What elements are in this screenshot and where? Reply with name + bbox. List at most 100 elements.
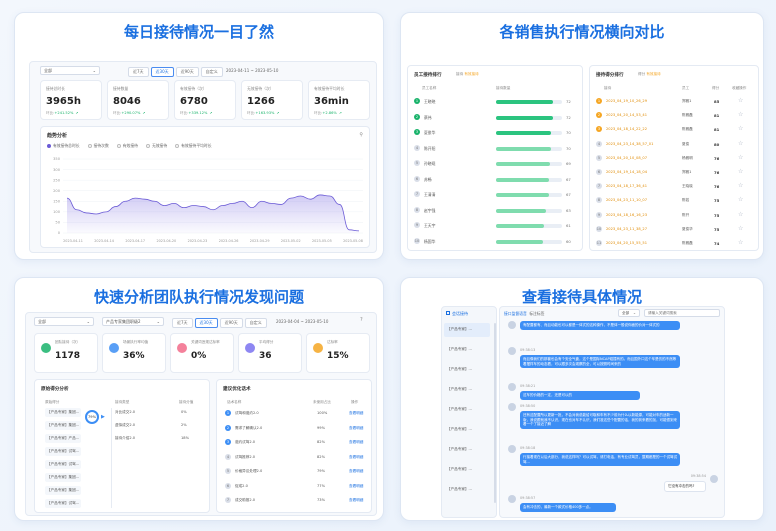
staff-row[interactable]: 7 王清清 67	[408, 189, 584, 201]
score-row[interactable]: 6 2023_04_19_14_18_04 郑雅1 76 ☆	[590, 167, 760, 179]
score-time[interactable]: 2023_04_18_16_16_23	[606, 213, 647, 217]
message-bubble[interactable]: 而且像我们的那套也会有个安全气囊，这个是国际NCAP碰撞有的。而且国外口这个车是…	[520, 355, 680, 369]
message-bubble[interactable]: 这车的价格的一定，还是可以的	[520, 391, 640, 400]
pin-icon[interactable]: ⚲	[359, 132, 363, 138]
score-row[interactable]: 10 2023_04_23_11_38_27 夏俊华 75 ☆	[590, 224, 760, 236]
team-tab-90d[interactable]: 近90天	[219, 318, 243, 328]
star-icon[interactable]: ☆	[738, 140, 743, 147]
session-item[interactable]: 【产品专家】...	[444, 483, 490, 497]
view-detail-link[interactable]: 查看明细	[349, 484, 363, 489]
team-filter-select[interactable]: 全部 ⌄	[34, 317, 94, 326]
tag-score[interactable]: 得分	[638, 72, 645, 76]
message-bubble[interactable]: 会有冲击的，最新一个款式价格400多一点。	[520, 503, 616, 512]
star-icon[interactable]: ☆	[738, 225, 743, 232]
tab-custom[interactable]: 自定义	[200, 67, 223, 77]
score-time[interactable]: 2023_04_23_11_10_07	[606, 198, 647, 202]
team-tab-30d[interactable]: 近30天	[194, 318, 218, 328]
star-icon[interactable]: ☆	[738, 168, 743, 175]
message-bubble[interactable]: 还有这配置所以更新一批，不会对我说能给可取和车有不少前为什么以新能源，可能对车的…	[520, 411, 680, 429]
score-row[interactable]: 4 2023_04_23_14_38_57_01 夏俊 80 ☆	[590, 139, 760, 151]
score-row-name[interactable]: 【产品专家】集团...	[45, 408, 82, 417]
staff-row[interactable]: 3 夏俊华 70	[408, 127, 584, 139]
tab-voice[interactable]: 接口监督语音	[504, 311, 527, 316]
score-row-name[interactable]: 【产品专家】试驾...	[45, 460, 82, 469]
view-detail-link[interactable]: 查看明细	[349, 440, 363, 445]
staff-row[interactable]: 5 孙晓曦 69	[408, 158, 584, 170]
score-rank-tag[interactable]: 得分 有效接待	[638, 72, 661, 77]
tag-valid[interactable]: 有效接待	[464, 72, 478, 76]
score-row-name[interactable]: 【产品专家】集团...	[45, 421, 82, 430]
staff-row[interactable]: 2 蔡伟 72	[408, 112, 584, 124]
star-icon[interactable]: ☆	[738, 239, 743, 246]
message-bubble[interactable]: 有配置都有、而且动能也可以都是一体式的这种操作，不是体一般说你面的价对一体式的	[520, 321, 680, 330]
staff-rank-tag[interactable]: 接待 有效接待	[456, 72, 479, 77]
chat-filter-select[interactable]: 全部 ⌄	[618, 309, 640, 317]
message-bubble[interactable]: 行接着现在以后大部分，我说这样吗？可以试驾，请打电话，有专业试驾员，整期都是的一…	[520, 453, 680, 467]
score-row[interactable]: 8 2023_04_23_11_10_07 陈若 75 ☆	[590, 195, 760, 207]
score-time[interactable]: 2023_04_18_14_22_22	[606, 127, 647, 131]
tab-tags[interactable]: 标注标签	[529, 311, 544, 316]
session-item[interactable]: 【产品专家】...	[444, 343, 490, 357]
staff-row[interactable]: 6 苏畅 67	[408, 174, 584, 186]
tab-7d[interactable]: 近7天	[128, 67, 149, 77]
star-icon[interactable]: ☆	[738, 97, 743, 104]
score-row[interactable]: 2 2023_04_20_14_53_41 陈雅磊 81 ☆	[590, 110, 760, 122]
team-date-range[interactable]: 2023-04-04 ~ 2023-05-10	[276, 319, 328, 324]
score-row[interactable]: 7 2023_04_18_17_36_41 王晓晓 76 ☆	[590, 181, 760, 193]
score-time[interactable]: 2023_04_23_14_38_57_01	[606, 142, 653, 146]
reception-filter-select[interactable]: 全部 ⌄	[40, 66, 100, 75]
star-icon[interactable]: ☆	[738, 154, 743, 161]
staff-row[interactable]: 9 王天宇 61	[408, 220, 584, 232]
score-row-name[interactable]: 【产品专家】试驾...	[45, 499, 82, 508]
staff-row[interactable]: 8 赵宇强 63	[408, 205, 584, 217]
tag-reception[interactable]: 接待	[456, 72, 463, 76]
score-row-name[interactable]: 【产品专家】试驾...	[45, 447, 82, 456]
score-row[interactable]: 9 2023_04_18_16_16_23 陈开 75 ☆	[590, 210, 760, 222]
staff-row[interactable]: 10 杨国华 60	[408, 236, 584, 248]
tag-valid-2[interactable]: 有效接待	[646, 72, 660, 76]
sidebar-scrollbar[interactable]	[494, 323, 496, 503]
session-item[interactable]: 【产品专家】...	[444, 423, 490, 437]
star-icon[interactable]: ☆	[738, 182, 743, 189]
view-detail-link[interactable]: 查看明细	[349, 411, 363, 416]
tab-30d[interactable]: 近30天	[150, 67, 174, 77]
staff-row[interactable]: 4 陈开阳 70	[408, 143, 584, 155]
team-group-select[interactable]: 产品专家集团职级2 ⌄	[102, 317, 164, 326]
star-icon[interactable]: ☆	[738, 125, 743, 132]
staff-row[interactable]: 1 王晓晓 72	[408, 96, 584, 108]
view-detail-link[interactable]: 查看明细	[349, 469, 363, 474]
score-row[interactable]: 3 2023_04_18_14_22_22 陈雅磊 81 ☆	[590, 124, 760, 136]
session-item[interactable]: 【产品专家】...	[444, 463, 490, 477]
session-item[interactable]: 【产品专家】...	[444, 443, 490, 457]
score-row-name[interactable]: 【产品专家】产品...	[45, 434, 82, 443]
score-time[interactable]: 2023_04_20_10_08_07	[606, 156, 647, 160]
score-row[interactable]: 5 2023_04_20_10_08_07 杨雅明 76 ☆	[590, 153, 760, 165]
score-row[interactable]: 1 2023_04_19_10_26_29 郑雅1 85 ☆	[590, 96, 760, 108]
star-icon[interactable]: ☆	[738, 196, 743, 203]
session-item[interactable]: 【产品专家】...	[444, 323, 490, 337]
score-time[interactable]: 2023_04_19_14_18_04	[606, 170, 647, 174]
chat-search-input[interactable]	[644, 309, 720, 317]
score-time[interactable]: 2023_04_23_11_38_27	[606, 227, 647, 231]
score-time[interactable]: 2023_04_19_10_26_29	[606, 99, 647, 103]
score-time[interactable]: 2023_04_18_17_36_41	[606, 184, 647, 188]
session-item[interactable]: 【产品专家】...	[444, 403, 490, 417]
score-time[interactable]: 2023_04_20_14_53_41	[606, 113, 647, 117]
view-detail-link[interactable]: 查看明细	[349, 426, 363, 431]
score-row[interactable]: 11 2023_04_20_15_55_51 陈雅磊 74 ☆	[590, 238, 760, 250]
reception-date-range[interactable]: 2023-04-11 ~ 2023-05-10	[226, 68, 278, 73]
team-tab-custom[interactable]: 自定义	[244, 318, 267, 328]
view-detail-link[interactable]: 查看明细	[349, 455, 363, 460]
message-bubble[interactable]: 它没有冲击的吗?	[664, 481, 706, 492]
view-detail-link[interactable]: 查看明细	[349, 498, 363, 503]
score-row-name[interactable]: 【产品专家】集团...	[45, 486, 82, 495]
team-tab-7d[interactable]: 近7天	[172, 318, 193, 328]
tab-90d[interactable]: 近90天	[175, 67, 199, 77]
score-time[interactable]: 2023_04_20_15_55_51	[606, 241, 647, 245]
session-item[interactable]: 【产品专家】...	[444, 363, 490, 377]
help-icon[interactable]: ?	[360, 317, 363, 323]
score-row-name[interactable]: 【产品专家】集团...	[45, 473, 82, 482]
session-item[interactable]: 【产品专家】...	[444, 383, 490, 397]
star-icon[interactable]: ☆	[738, 111, 743, 118]
star-icon[interactable]: ☆	[738, 211, 743, 218]
